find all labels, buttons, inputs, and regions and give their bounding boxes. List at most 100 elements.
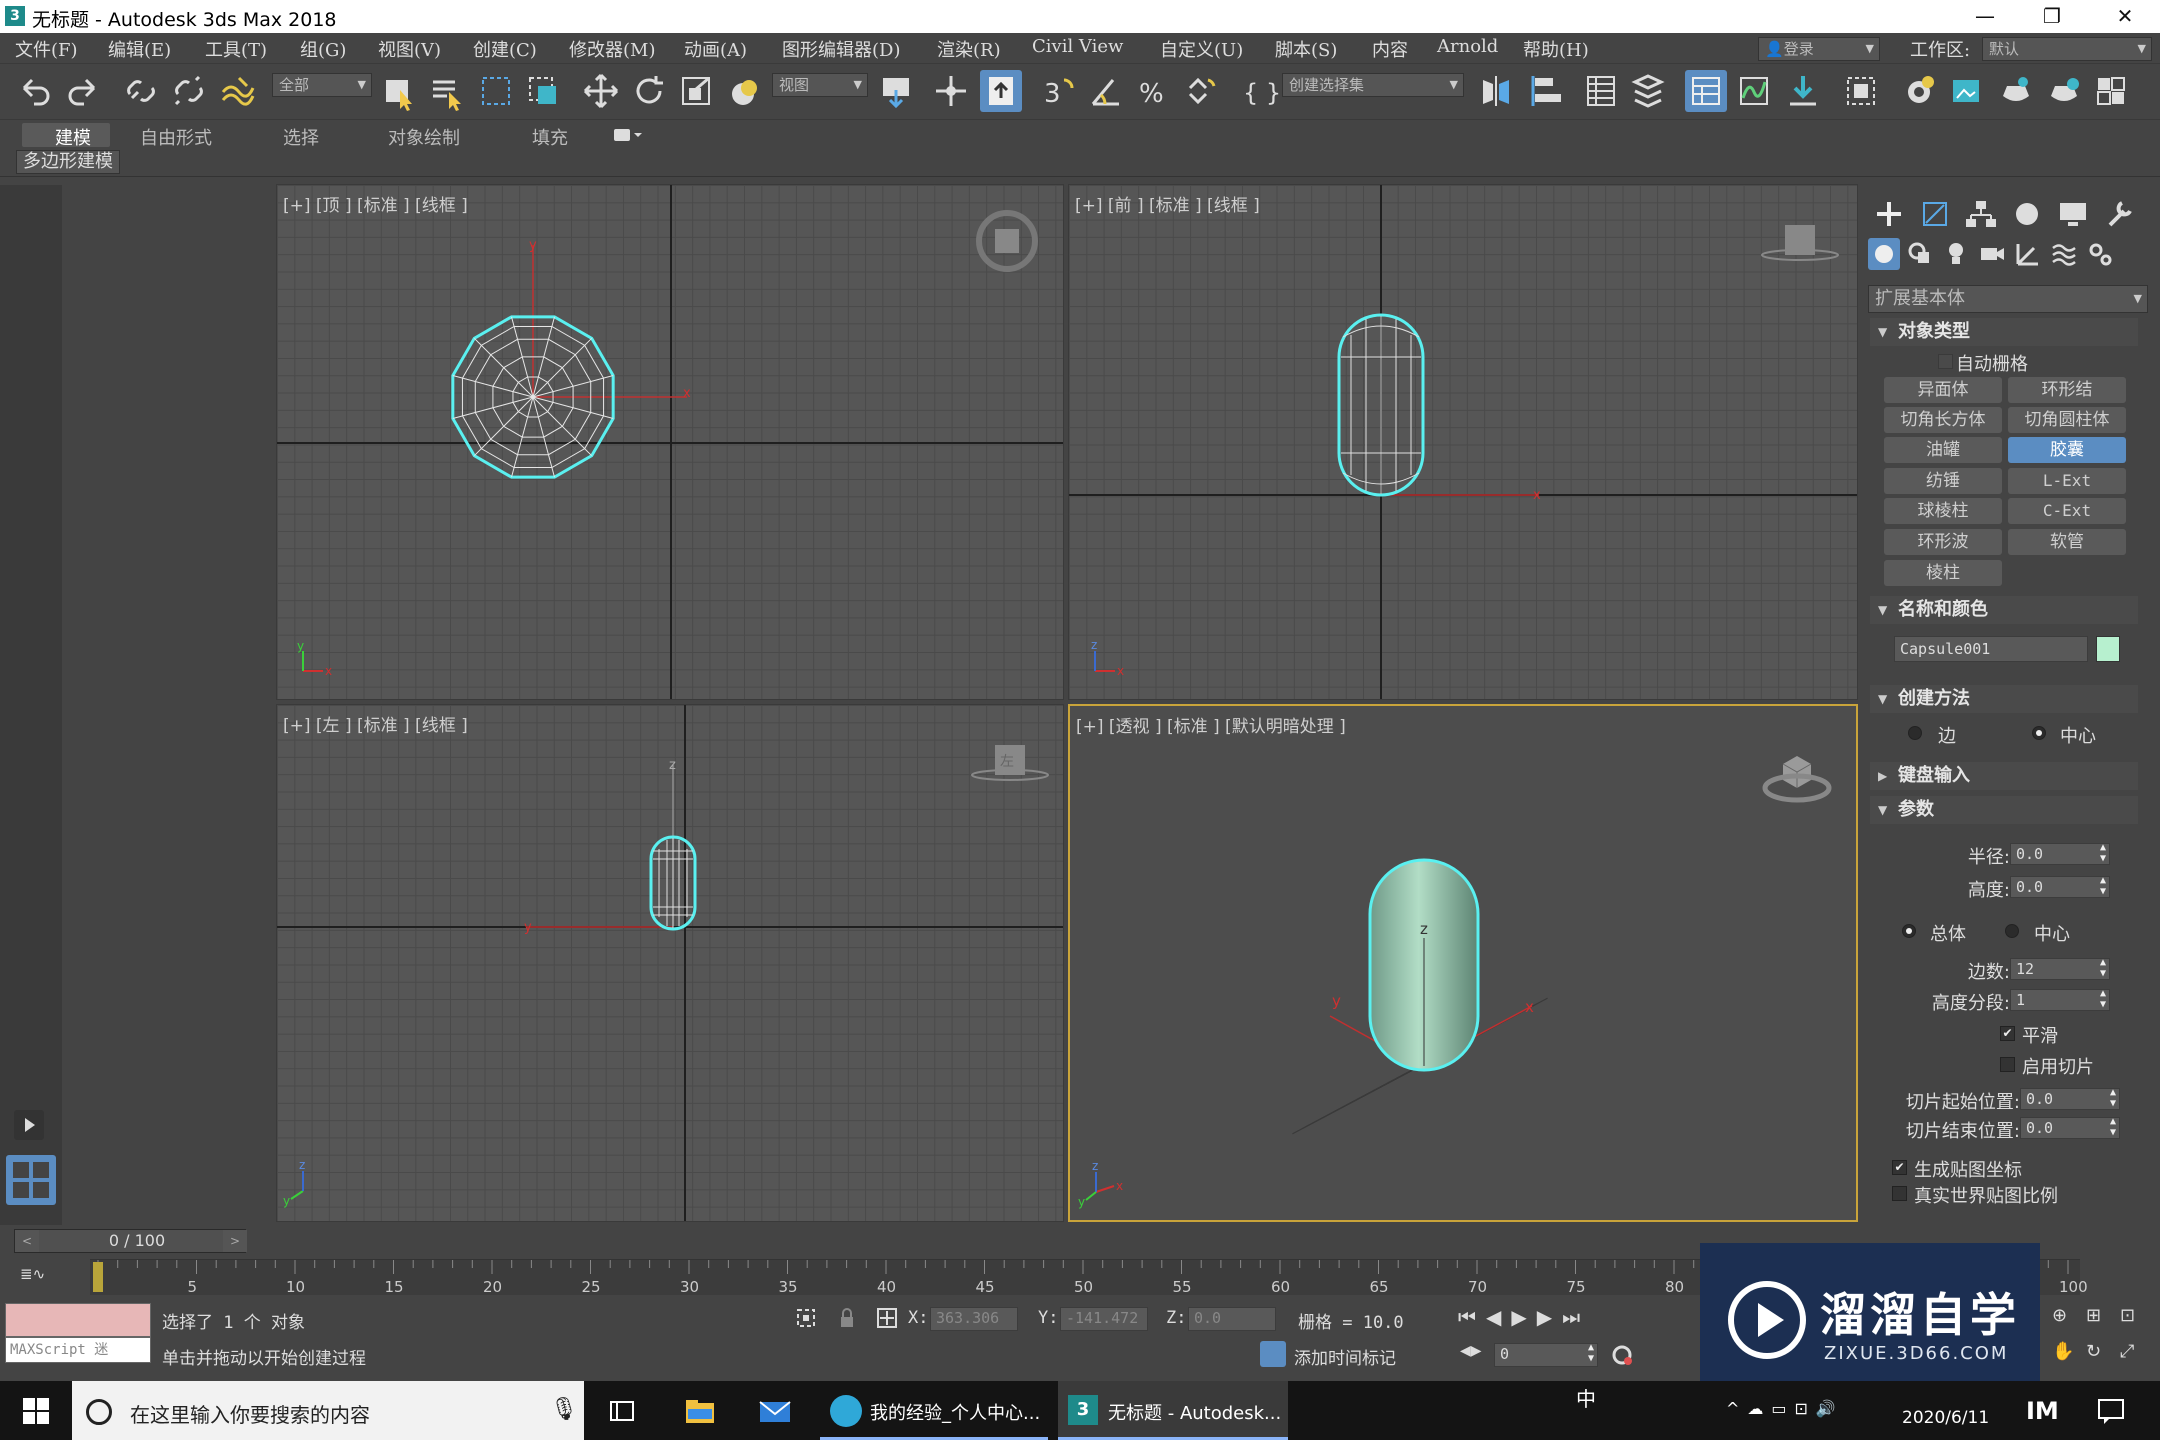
- ribbon-options-icon[interactable]: [612, 126, 644, 144]
- spacewarps-icon[interactable]: [2048, 238, 2080, 270]
- slice-from-spinner[interactable]: 0.0 ▲ ▼: [2020, 1087, 2120, 1110]
- menu-animation[interactable]: 动画(A): [684, 36, 747, 62]
- tab-freeform[interactable]: 自由形式: [140, 124, 212, 150]
- lock-selection-icon[interactable]: [836, 1307, 858, 1329]
- select-manipulate-button[interactable]: [930, 70, 972, 112]
- render-production-button[interactable]: [1995, 70, 2037, 112]
- utilities-tab-icon[interactable]: [2102, 197, 2136, 231]
- geometry-icon[interactable]: [1868, 238, 1900, 270]
- spinner-arrows-icon[interactable]: ▲ ▼: [2110, 1116, 2116, 1138]
- spinner-arrows-icon[interactable]: ▲ ▼: [2100, 842, 2106, 864]
- spinner-arrows-icon[interactable]: ▲ ▼: [1588, 1342, 1594, 1364]
- radius-spinner[interactable]: 0.0 ▲ ▼: [2010, 842, 2110, 865]
- section-creation-method[interactable]: ▼ 创建方法: [1870, 685, 2138, 713]
- unlink-button[interactable]: [168, 70, 210, 112]
- chamferbox-button[interactable]: 切角长方体: [1884, 407, 2002, 433]
- menu-civil-view[interactable]: Civil View: [1032, 36, 1123, 57]
- section-name-color[interactable]: ▼ 名称和颜色: [1870, 596, 2138, 624]
- key-mode-icon[interactable]: ◀▶: [1460, 1343, 1482, 1365]
- hierarchy-tab-icon[interactable]: [1964, 197, 1998, 231]
- cext-button[interactable]: C-Ext: [2008, 498, 2126, 524]
- height-segs-spinner[interactable]: 1 ▲ ▼: [2010, 988, 2110, 1011]
- menu-view[interactable]: 视图(V): [378, 36, 441, 62]
- material-editor-button[interactable]: [1840, 70, 1882, 112]
- pivot-center-button[interactable]: [875, 70, 917, 112]
- zoom-extents-icon[interactable]: ⊡: [2120, 1305, 2146, 1331]
- shapes-icon[interactable]: [1904, 238, 1936, 270]
- time-config-icon[interactable]: [1610, 1343, 1634, 1367]
- layout-quad-button[interactable]: [6, 1155, 56, 1205]
- workspace-dropdown[interactable]: 默认 ▼: [1982, 37, 2152, 61]
- curve-editor-button[interactable]: [1733, 70, 1775, 112]
- layer-explorer-button[interactable]: [1627, 70, 1669, 112]
- slice-on-checkbox[interactable]: [2000, 1057, 2015, 1072]
- menu-arnold[interactable]: Arnold: [1437, 36, 1498, 57]
- close-button[interactable]: ✕: [2095, 0, 2155, 33]
- z-coord-field[interactable]: 0.0: [1188, 1307, 1276, 1331]
- maxscript-input[interactable]: MAXScript 迷: [5, 1337, 151, 1363]
- taskbar-search-box[interactable]: 在这里输入你要搜索的内容 🎙: [72, 1381, 584, 1440]
- redo-button[interactable]: [62, 70, 104, 112]
- angle-snap-button[interactable]: [1085, 70, 1127, 112]
- autogrid-checkbox[interactable]: [1938, 354, 1953, 369]
- mirror-button[interactable]: [1475, 70, 1517, 112]
- menu-help[interactable]: 帮助(H): [1523, 36, 1589, 62]
- tab-selection[interactable]: 选择: [283, 124, 319, 150]
- snaps-toggle-button[interactable]: 3: [1038, 70, 1080, 112]
- oiltank-button[interactable]: 油罐: [1884, 437, 2002, 463]
- prev-key-icon[interactable]: ◀: [1486, 1305, 1511, 1329]
- polygon-modeling-tab[interactable]: 多边形建模: [16, 150, 120, 174]
- undo-button[interactable]: [14, 70, 56, 112]
- section-parameters[interactable]: ▼ 参数: [1870, 796, 2138, 824]
- current-frame-spinner[interactable]: 0 ▲ ▼: [1494, 1342, 1598, 1367]
- menu-tools[interactable]: 工具(T): [205, 36, 267, 62]
- radio-centers[interactable]: [2005, 924, 2019, 938]
- bind-spacewarp-button[interactable]: [215, 70, 257, 112]
- radio-center[interactable]: [2032, 726, 2046, 740]
- zoom-all-icon[interactable]: ⊞: [2086, 1305, 2112, 1331]
- ime-indicator[interactable]: 中: [1576, 1383, 1596, 1412]
- menu-rendering[interactable]: 渲染(R): [937, 36, 1001, 62]
- absolute-mode-icon[interactable]: [876, 1307, 898, 1329]
- menu-edit[interactable]: 编辑(E): [108, 36, 171, 62]
- menu-modifiers[interactable]: 修改器(M): [569, 36, 655, 62]
- spinner-arrows-icon[interactable]: ▲ ▼: [2100, 988, 2106, 1010]
- viewport-perspective[interactable]: [+] [透视 ] [标准 ] [默认明暗处理 ] y x z z x y: [1068, 704, 1858, 1222]
- frame-indicator[interactable]: 0 / 100: [39, 1230, 235, 1252]
- align-button[interactable]: [1525, 70, 1567, 112]
- render-iterative-button[interactable]: [2043, 70, 2085, 112]
- lext-button[interactable]: L-Ext: [2008, 468, 2126, 494]
- chamfercyl-button[interactable]: 切角圆柱体: [2008, 407, 2126, 433]
- spinner-snap-button[interactable]: [1180, 70, 1222, 112]
- pan-icon[interactable]: ✋: [2052, 1341, 2078, 1367]
- height-spinner[interactable]: 0.0 ▲ ▼: [2010, 875, 2110, 898]
- isolate-selection-icon[interactable]: [795, 1307, 817, 1329]
- goto-end-icon[interactable]: ⏭: [1562, 1305, 1590, 1329]
- spinner-arrows-icon[interactable]: ▲ ▼: [2100, 957, 2106, 979]
- link-button[interactable]: [120, 70, 162, 112]
- goto-start-icon[interactable]: ⏮: [1458, 1305, 1486, 1329]
- microphone-icon[interactable]: 🎙: [550, 1397, 578, 1422]
- tab-modeling[interactable]: 建模: [55, 124, 91, 150]
- play-icon[interactable]: ▶: [1511, 1305, 1536, 1329]
- move-button[interactable]: [580, 70, 622, 112]
- render-setup-button[interactable]: [1898, 70, 1940, 112]
- section-keyboard-entry[interactable]: ▶ 键盘输入: [1870, 762, 2138, 790]
- rendered-frame-window-button[interactable]: [1945, 70, 1987, 112]
- ringwave-button[interactable]: 环形波: [1884, 529, 2002, 555]
- scene-explorer-button[interactable]: [1580, 70, 1622, 112]
- cameras-icon[interactable]: [1976, 238, 2008, 270]
- create-tab-icon[interactable]: [1872, 197, 1906, 231]
- login-dropdown[interactable]: 👤登录 ▼: [1758, 37, 1880, 61]
- spinner-arrows-icon[interactable]: ▲ ▼: [2110, 1087, 2116, 1109]
- taskbar-app-edge[interactable]: 我的经验_个人中心...: [820, 1381, 1048, 1440]
- category-dropdown[interactable]: 扩展基本体 ▼: [1868, 285, 2148, 313]
- menu-group[interactable]: 组(G): [300, 36, 346, 62]
- select-object-button[interactable]: [378, 70, 420, 112]
- zoom-icon[interactable]: ⊕: [2052, 1305, 2078, 1331]
- radio-edge[interactable]: [1908, 726, 1922, 740]
- next-frame-icon[interactable]: >: [223, 1230, 247, 1252]
- prism-button[interactable]: 棱柱: [1884, 560, 2002, 586]
- window-crossing-button[interactable]: [522, 70, 564, 112]
- menu-scripting[interactable]: 脚本(S): [1275, 36, 1337, 62]
